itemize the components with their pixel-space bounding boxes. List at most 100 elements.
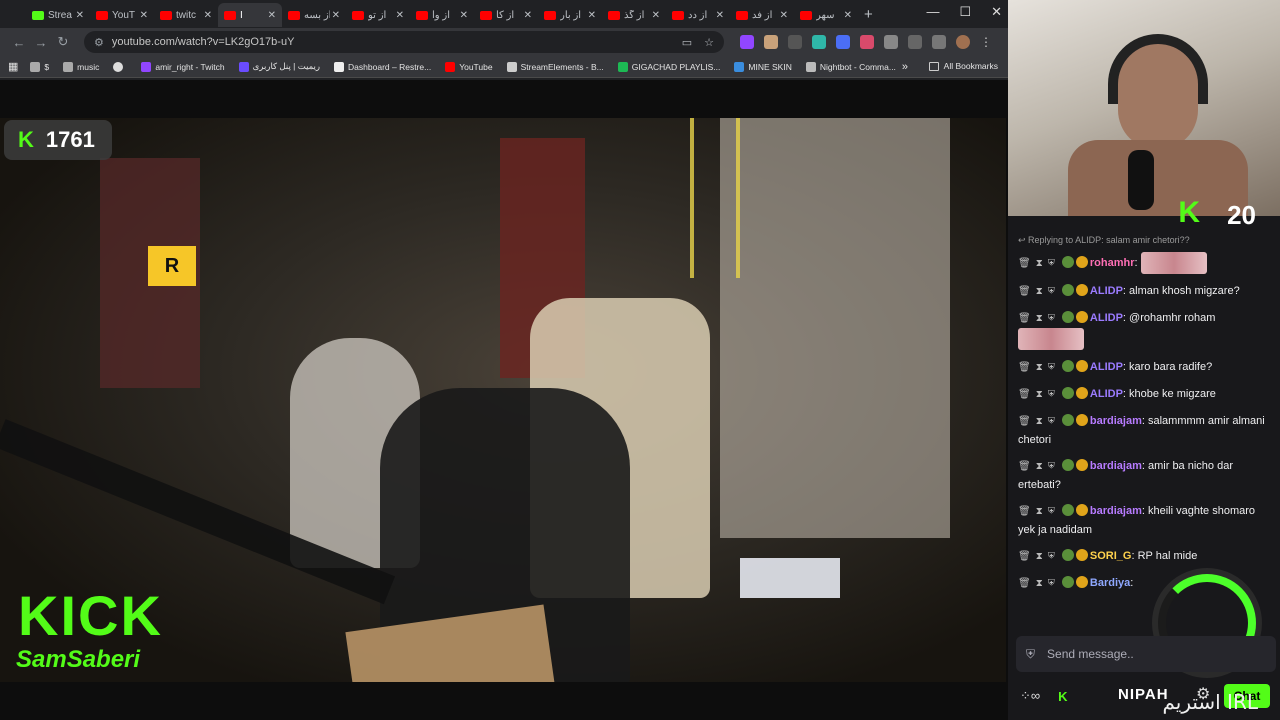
- minimize-icon[interactable]: —: [926, 4, 939, 20]
- new-tab-button[interactable]: +: [864, 6, 873, 23]
- tab[interactable]: YouT ✕: [90, 3, 154, 27]
- bookmark-item[interactable]: GIGACHAD PLAYLIS...: [617, 61, 720, 72]
- chat-username[interactable]: SORI_G: [1090, 550, 1132, 562]
- mod-tools-icon[interactable]: 🗑⧗⛨: [1018, 548, 1060, 566]
- extension-icon[interactable]: [812, 35, 826, 49]
- stream-sidebar: K 20 ↩ Replying to ALIDP: salam amir che…: [1008, 0, 1280, 720]
- tab-close-icon[interactable]: ✕: [652, 10, 660, 21]
- bookmark-item[interactable]: music: [63, 61, 99, 72]
- chat-username[interactable]: ALIDP: [1090, 388, 1123, 400]
- chat-username[interactable]: Bardiya: [1090, 577, 1130, 589]
- close-icon[interactable]: ✕: [991, 4, 1002, 20]
- mod-tools-icon[interactable]: 🗑⧗⛨: [1018, 255, 1060, 273]
- mod-tools-icon[interactable]: 🗑⧗⛨: [1018, 359, 1060, 377]
- chat-username[interactable]: ALIDP: [1090, 312, 1123, 324]
- apps-icon[interactable]: ▦: [8, 60, 18, 73]
- reload-icon[interactable]: ↻: [52, 34, 74, 50]
- site-info-icon[interactable]: ⚙: [94, 36, 104, 49]
- chat-username[interactable]: ALIDP: [1090, 285, 1123, 297]
- mod-tools-icon[interactable]: 🗑⧗⛨: [1018, 310, 1060, 328]
- extension-icon[interactable]: [836, 35, 850, 49]
- extension-icon[interactable]: [740, 35, 754, 49]
- bookmark-label: amir_right - Twitch: [155, 61, 225, 72]
- avatar[interactable]: [956, 35, 970, 49]
- forward-icon[interactable]: →: [30, 35, 52, 50]
- bookmark-item[interactable]: MINE SKIN: [734, 61, 792, 72]
- all-bookmarks-label: All Bookmarks: [943, 61, 998, 71]
- tab-close-icon[interactable]: ✕: [460, 10, 468, 21]
- address-bar[interactable]: ⚙ youtube.com/watch?v=LK2gO17b-uY ▭ ☆: [84, 31, 724, 53]
- tab-label: از کا: [496, 9, 515, 21]
- menu-icon[interactable]: ⋮: [980, 35, 992, 49]
- mod-tools-icon[interactable]: 🗑⧗⛨: [1018, 386, 1060, 404]
- mod-tools-icon[interactable]: 🗑⧗⛨: [1018, 413, 1060, 431]
- tab-close-icon[interactable]: ✕: [524, 10, 532, 21]
- all-bookmarks-button[interactable]: All Bookmarks: [928, 61, 998, 71]
- chat-username[interactable]: bardiajam: [1090, 460, 1142, 472]
- chat-username[interactable]: rohamhr: [1090, 257, 1135, 269]
- points-icon[interactable]: ⁘∞: [1020, 688, 1040, 704]
- mod-tools-icon[interactable]: 🗑⧗⛨: [1018, 283, 1060, 301]
- chat-text: karo bara radife?: [1129, 361, 1213, 373]
- bookmark-item[interactable]: Dashboard – Restre...: [334, 61, 431, 72]
- bookmark-star-icon[interactable]: ☆: [704, 36, 714, 49]
- media-control-icon[interactable]: [932, 35, 946, 49]
- tab-close-icon[interactable]: ✕: [204, 10, 212, 21]
- tab-close-icon[interactable]: ✕: [268, 10, 276, 21]
- tab[interactable]: Strea ✕: [26, 3, 90, 27]
- bookmark-item[interactable]: amir_right - Twitch: [141, 61, 225, 72]
- chat-message: 🗑⧗⛨ ALIDP: karo bara radife?: [1008, 354, 1280, 381]
- tab[interactable]: از گذ ✕: [602, 3, 666, 27]
- tab-close-icon[interactable]: ✕: [396, 10, 404, 21]
- tab-close-icon[interactable]: ✕: [332, 10, 340, 21]
- browser-toolbar: ← → ↻ ⚙ youtube.com/watch?v=LK2gO17b-uY …: [0, 28, 1008, 56]
- kick-icon[interactable]: K: [1058, 689, 1067, 704]
- tab-close-icon[interactable]: ✕: [716, 10, 724, 21]
- bookmark-item[interactable]: YouTube: [445, 61, 493, 72]
- extension-icon[interactable]: [884, 35, 898, 49]
- tab[interactable]: از دد ✕: [666, 3, 730, 27]
- tab[interactable]: I ✕: [218, 3, 282, 27]
- bookmark-item[interactable]: ریمیت | پنل کاربری: [238, 61, 320, 72]
- chat-username[interactable]: bardiajam: [1090, 415, 1142, 427]
- bookmark-item[interactable]: $: [30, 61, 49, 72]
- bookmark-item[interactable]: StreamElements - B...: [506, 61, 604, 72]
- tab[interactable]: از وا ✕: [410, 3, 474, 27]
- tab-close-icon[interactable]: ✕: [76, 10, 84, 21]
- tab[interactable]: از کا ✕: [474, 3, 538, 27]
- maximize-icon[interactable]: ☐: [959, 4, 971, 20]
- badge-icon: [1075, 576, 1088, 588]
- back-icon[interactable]: ←: [8, 35, 30, 50]
- cast-icon[interactable]: ▭: [682, 36, 692, 49]
- tab[interactable]: از تو ✕: [346, 3, 410, 27]
- chat-input[interactable]: ⛨ Send message..: [1016, 636, 1276, 672]
- tab[interactable]: twitc ✕: [154, 3, 218, 27]
- chat-username[interactable]: bardiajam: [1090, 505, 1142, 517]
- tab[interactable]: از فد ✕: [730, 3, 794, 27]
- youtube-icon: [544, 10, 556, 20]
- shield-icon[interactable]: ⛨: [1026, 647, 1035, 662]
- tab[interactable]: از بسه ✕: [282, 3, 346, 27]
- mod-tools-icon[interactable]: 🗑⧗⛨: [1018, 575, 1060, 593]
- extension-icon[interactable]: [788, 35, 802, 49]
- tab-close-icon[interactable]: ✕: [140, 10, 148, 21]
- more-bookmarks-icon[interactable]: »: [902, 61, 908, 73]
- extension-icon[interactable]: [860, 35, 874, 49]
- tab-strip: Strea ✕ YouT ✕ twitc ✕ I ✕ از بسه ✕ از تو ✕ از وا ✕ از…: [0, 0, 1008, 28]
- extension-icon[interactable]: [764, 35, 778, 49]
- tab[interactable]: از بار ✕: [538, 3, 602, 27]
- tab-close-icon[interactable]: ✕: [844, 10, 852, 21]
- chat-separator: :: [1134, 256, 1141, 269]
- badge-icon: [1075, 255, 1088, 268]
- mod-tools-icon[interactable]: 🗑⧗⛨: [1018, 458, 1060, 476]
- chat-username[interactable]: ALIDP: [1090, 361, 1123, 373]
- bookmark-item[interactable]: [113, 61, 127, 72]
- bookmarks-bar: ▦ $ music amir_right - Twitch ریمیت | پنل ک…: [0, 56, 1008, 78]
- bookmark-item[interactable]: Nightbot - Comma...: [805, 61, 896, 72]
- puzzle-icon[interactable]: [908, 35, 922, 49]
- tab-close-icon[interactable]: ✕: [588, 10, 596, 21]
- tab-close-icon[interactable]: ✕: [780, 10, 788, 21]
- tab[interactable]: سهر ✕: [794, 3, 858, 27]
- youtube-icon: [160, 10, 172, 20]
- mod-tools-icon[interactable]: 🗑⧗⛨: [1018, 503, 1060, 521]
